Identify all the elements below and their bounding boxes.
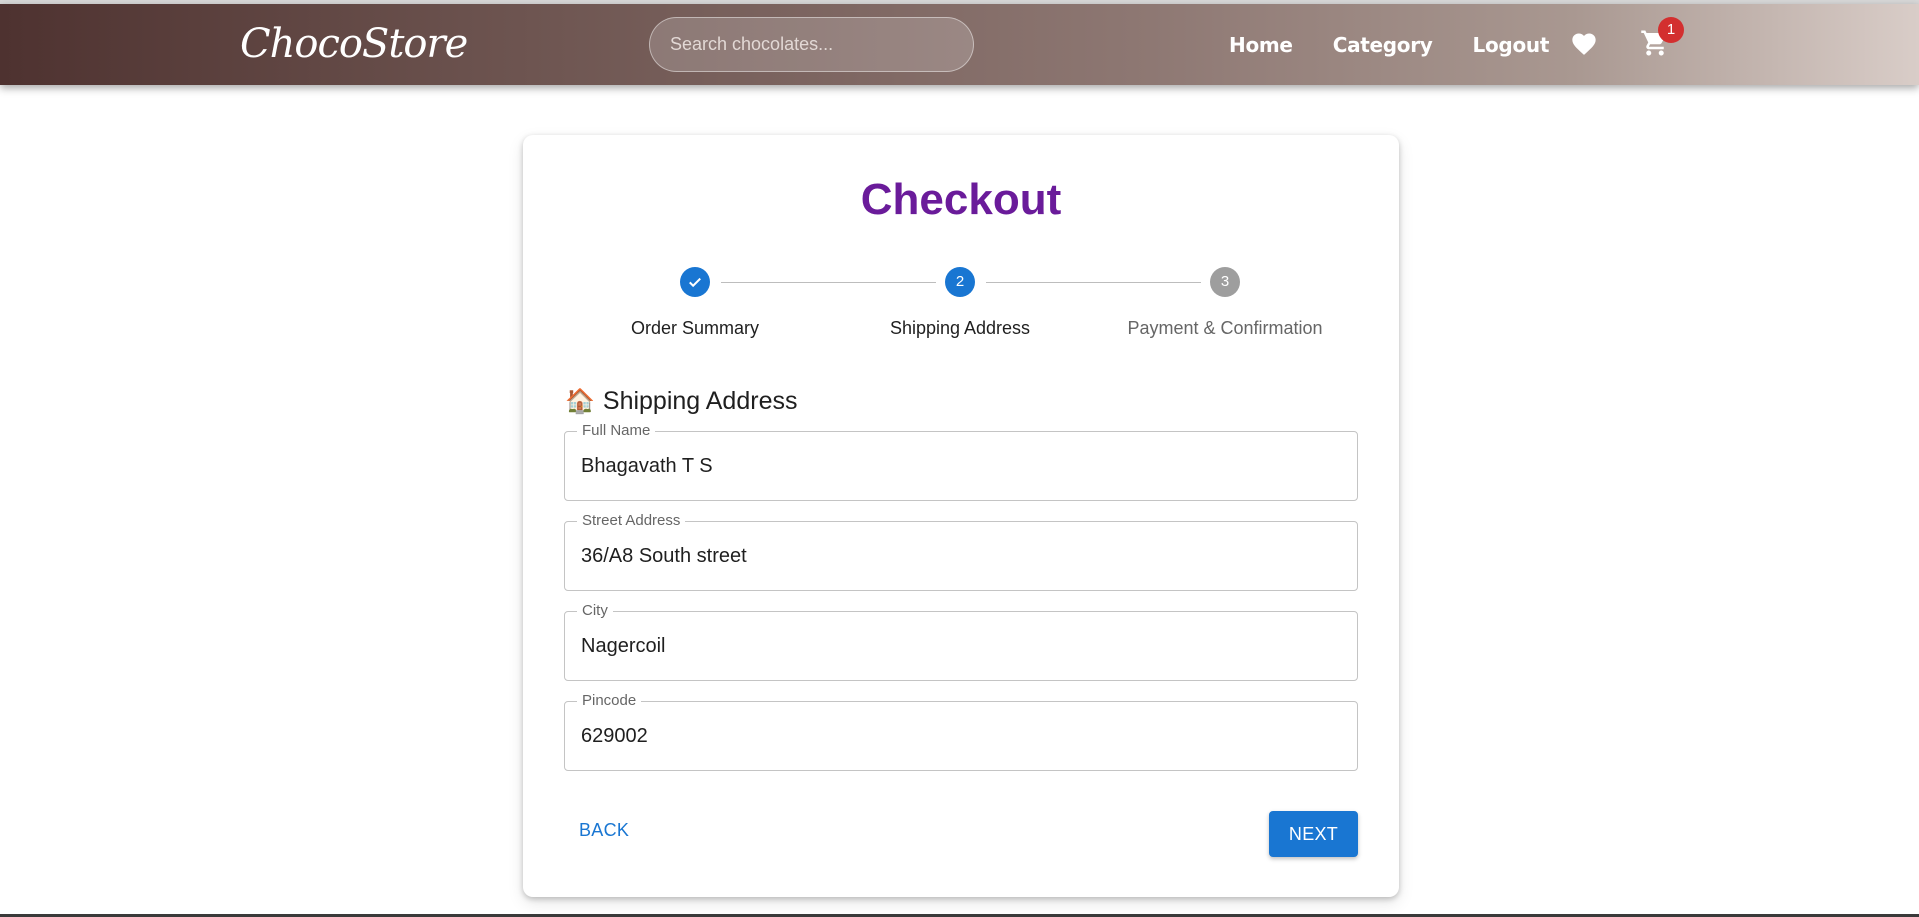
back-button[interactable]: BACK xyxy=(565,810,643,850)
pincode-input[interactable] xyxy=(581,702,1341,770)
full-name-input[interactable] xyxy=(581,432,1341,500)
section-title: Shipping Address xyxy=(602,387,798,415)
section-heading: 🏠 Shipping Address xyxy=(565,387,797,416)
nav-logout-link[interactable]: Logout xyxy=(1473,33,1550,57)
pincode-field[interactable]: Pincode xyxy=(564,692,1358,771)
navbar: ChocoStore xyxy=(0,4,1919,85)
checkout-card: Checkout 2 3 Order Summary Shipping Addr… xyxy=(523,135,1399,897)
step-1-complete xyxy=(680,267,710,297)
step-2-active: 2 xyxy=(945,267,975,297)
check-icon xyxy=(689,277,701,288)
next-button[interactable]: NEXT xyxy=(1269,811,1358,857)
city-field[interactable]: City xyxy=(564,602,1358,681)
street-address-field[interactable]: Street Address xyxy=(564,512,1358,591)
step-connector-2 xyxy=(986,282,1201,283)
step-1-label: Order Summary xyxy=(630,318,760,338)
page-title: Checkout xyxy=(860,175,1062,224)
street-address-input[interactable] xyxy=(581,522,1341,590)
house-icon: 🏠 xyxy=(565,388,595,415)
step-2-label: Shipping Address xyxy=(889,318,1031,338)
nav-links: Home Category Logout xyxy=(1229,4,1589,85)
nav-home-link[interactable]: Home xyxy=(1229,33,1293,57)
full-name-field[interactable]: Full Name xyxy=(564,422,1358,501)
step-connector-1 xyxy=(721,282,936,283)
step-3-label: Payment & Confirmation xyxy=(1127,318,1323,338)
heart-icon[interactable] xyxy=(1570,30,1598,58)
city-input[interactable] xyxy=(581,612,1341,680)
cart-count-badge: 1 xyxy=(1658,17,1684,43)
step-3-pending: 3 xyxy=(1210,267,1240,297)
search-input[interactable] xyxy=(649,17,974,72)
nav-category-link[interactable]: Category xyxy=(1333,33,1433,57)
logo[interactable]: ChocoStore xyxy=(240,14,468,74)
